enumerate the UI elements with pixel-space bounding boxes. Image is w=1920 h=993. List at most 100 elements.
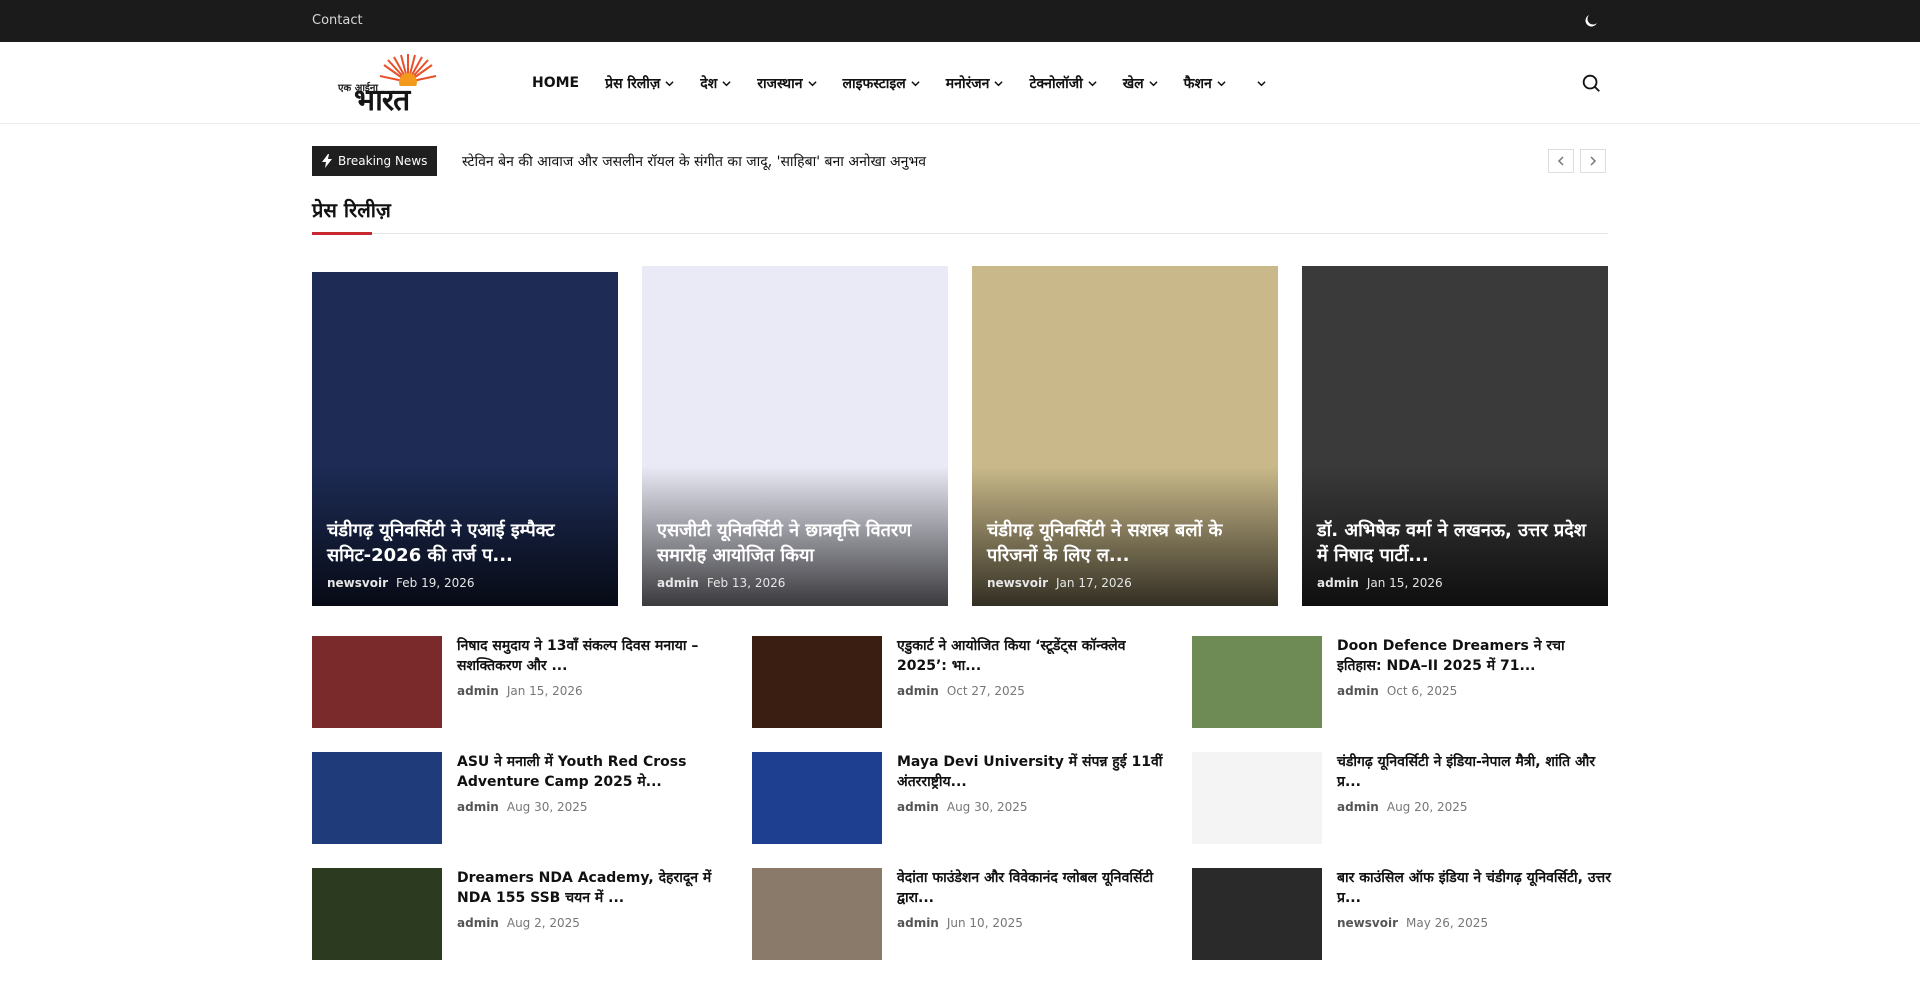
list-item-author[interactable]: admin (1337, 684, 1379, 698)
list-item-meta: admin Aug 30, 2025 (897, 800, 1028, 814)
featured-card[interactable]: एसजीटी यूनिवर्सिटी ने छात्रवृत्ति वितरण … (642, 266, 948, 606)
chevron-down-icon (1149, 80, 1158, 86)
list-item-date: Aug 20, 2025 (1386, 800, 1468, 814)
nav-item-9[interactable] (1252, 79, 1266, 88)
featured-card-title[interactable]: डॉ. अभिषेक वर्मा ने लखनऊ, उत्तर प्रदेश म… (1317, 518, 1596, 568)
featured-cards: चंडीगढ़ यूनिवर्सिटी ने एआई इम्पैक्ट समिट… (312, 266, 1608, 606)
logo-wordmark: भारत (354, 83, 410, 118)
site-logo[interactable]: एक आईना भारत (338, 52, 454, 118)
nav-item-1[interactable]: प्रेस रिलीज़ (605, 74, 674, 93)
chevron-down-icon (1088, 80, 1097, 86)
list-item-thumbnail[interactable] (312, 752, 442, 844)
card-author[interactable]: newsvoir (327, 576, 388, 590)
section-divider (312, 233, 1608, 234)
list-item-thumbnail[interactable] (752, 636, 882, 728)
list-item-author[interactable]: admin (457, 800, 499, 814)
list-item[interactable]: बार काउंसिल ऑफ इंडिया ने चंडीगढ़ यूनिवर्… (1192, 868, 1612, 960)
list-item-title[interactable]: Dreamers NDA Academy, देहरादून में NDA 1… (457, 868, 732, 908)
list-item[interactable]: Doon Defence Dreamers ने रचा इतिहास: NDA… (1192, 636, 1612, 728)
chevron-down-icon (722, 80, 731, 86)
list-item-author[interactable]: admin (897, 800, 939, 814)
nav-item-label: प्रेस रिलीज़ (605, 75, 661, 92)
nav-item-8[interactable]: फैशन (1184, 74, 1226, 93)
main-content: Breaking News स्टेविन बेन की आवाज और जसल… (312, 124, 1611, 993)
list-item-meta: admin Oct 27, 2025 (897, 684, 1025, 698)
section-title[interactable]: प्रेस रिलीज़ (312, 196, 391, 223)
list-item-title[interactable]: एडुकार्ट ने आयोजित किया ‘स्टूडेंट्स कॉन्… (897, 636, 1172, 676)
card-author[interactable]: admin (1317, 576, 1359, 590)
list-item-date: Jan 15, 2026 (506, 684, 583, 698)
featured-card[interactable]: चंडीगढ़ यूनिवर्सिटी ने सशस्त्र बलों के प… (972, 266, 1278, 606)
main-nav: HOME प्रेस रिलीज़ देश राजस्थान लाइफस्टाइल मनो… (532, 42, 1292, 124)
list-item-title[interactable]: बार काउंसिल ऑफ इंडिया ने चंडीगढ़ यूनिवर्… (1337, 868, 1612, 908)
list-item-author[interactable]: admin (457, 916, 499, 930)
featured-card-title[interactable]: एसजीटी यूनिवर्सिटी ने छात्रवृत्ति वितरण … (657, 518, 936, 568)
chevron-right-icon (1590, 156, 1597, 166)
list-item-meta: admin Oct 6, 2025 (1337, 684, 1457, 698)
list-item[interactable]: Maya Devi University में संपन्न हुई 11वी… (752, 752, 1172, 844)
nav-item-5[interactable]: मनोरंजन (946, 74, 1004, 93)
list-item-author[interactable]: newsvoir (1337, 916, 1398, 930)
card-author[interactable]: newsvoir (987, 576, 1048, 590)
featured-card-meta: newsvoir Feb 19, 2026 (327, 576, 475, 590)
list-item-thumbnail[interactable] (1192, 752, 1322, 844)
breaking-news-label: Breaking News (338, 154, 428, 168)
list-item-title[interactable]: वेदांता फाउंडेशन और विवेकानंद ग्लोबल यून… (897, 868, 1172, 908)
list-item-thumbnail[interactable] (752, 752, 882, 844)
featured-card-meta: newsvoir Jan 17, 2026 (987, 576, 1132, 590)
list-item-title[interactable]: चंडीगढ़ यूनिवर्सिटी ने इंडिया-नेपाल मैत्… (1337, 752, 1612, 792)
list-item[interactable]: एडुकार्ट ने आयोजित किया ‘स्टूडेंट्स कॉन्… (752, 636, 1172, 728)
featured-card-title[interactable]: चंडीगढ़ यूनिवर्सिटी ने सशस्त्र बलों के प… (987, 518, 1266, 568)
breaking-news-badge: Breaking News (312, 146, 438, 176)
contact-link[interactable]: Contact (312, 13, 363, 28)
moon-icon[interactable] (1582, 12, 1600, 30)
nav-item-6[interactable]: टेक्नोलॉजी (1029, 74, 1097, 93)
list-item-thumbnail[interactable] (752, 868, 882, 960)
featured-card[interactable]: डॉ. अभिषेक वर्मा ने लखनऊ, उत्तर प्रदेश म… (1302, 266, 1608, 606)
list-item-title[interactable]: ASU ने मनाली में Youth Red Cross Adventu… (457, 752, 732, 792)
breaking-prev-button[interactable] (1548, 149, 1574, 173)
featured-card[interactable]: चंडीगढ़ यूनिवर्सिटी ने एआई इम्पैक्ट समिट… (312, 272, 618, 606)
top-bar: Contact (0, 0, 1920, 42)
list-item[interactable]: चंडीगढ़ यूनिवर्सिटी ने इंडिया-नेपाल मैत्… (1192, 752, 1612, 844)
list-item-author[interactable]: admin (457, 684, 499, 698)
nav-item-3[interactable]: राजस्थान (757, 74, 817, 93)
list-item[interactable]: वेदांता फाउंडेशन और विवेकानंद ग्लोबल यून… (752, 868, 1172, 960)
list-item-meta: admin Aug 20, 2025 (1337, 800, 1468, 814)
nav-item-2[interactable]: देश (700, 74, 731, 93)
nav-item-label: लाइफस्टाइल (842, 75, 906, 92)
nav-item-7[interactable]: खेल (1123, 74, 1158, 93)
breaking-news-headline[interactable]: स्टेविन बेन की आवाज और जसलीन रॉयल के संग… (462, 152, 926, 171)
list-item-thumbnail[interactable] (312, 636, 442, 728)
list-item-meta: admin Aug 2, 2025 (457, 916, 580, 930)
chevron-left-icon (1557, 156, 1564, 166)
chevron-down-icon (994, 80, 1004, 86)
list-item-title[interactable]: Doon Defence Dreamers ने रचा इतिहास: NDA… (1337, 636, 1612, 676)
list-item-thumbnail[interactable] (1192, 868, 1322, 960)
search-icon[interactable] (1580, 72, 1602, 94)
list-item[interactable]: Dreamers NDA Academy, देहरादून में NDA 1… (312, 868, 732, 960)
list-item-author[interactable]: admin (897, 684, 939, 698)
list-item-thumbnail[interactable] (1192, 636, 1322, 728)
chevron-down-icon (1257, 80, 1266, 86)
list-item-title[interactable]: Maya Devi University में संपन्न हुई 11वी… (897, 752, 1172, 792)
featured-card-meta: admin Jan 15, 2026 (1317, 576, 1443, 590)
list-item[interactable]: ASU ने मनाली में Youth Red Cross Adventu… (312, 752, 732, 844)
nav-item-label: टेक्नोलॉजी (1029, 75, 1083, 92)
nav-item-0[interactable]: HOME (532, 75, 579, 91)
site-header: एक आईना भारत HOME प्रेस रिलीज़ देश राजस्थान… (0, 42, 1920, 124)
list-item-thumbnail[interactable] (312, 868, 442, 960)
featured-card-title[interactable]: चंडीगढ़ यूनिवर्सिटी ने एआई इम्पैक्ट समिट… (327, 518, 606, 568)
card-author[interactable]: admin (657, 576, 699, 590)
list-item[interactable]: निषाद समुदाय ने 13वाँ संकल्प दिवस मनाया … (312, 636, 732, 728)
nav-item-4[interactable]: लाइफस्टाइल (843, 74, 920, 93)
list-item-title[interactable]: निषाद समुदाय ने 13वाँ संकल्प दिवस मनाया … (457, 636, 732, 676)
list-item-date: Oct 27, 2025 (946, 684, 1025, 698)
list-item-author[interactable]: admin (1337, 800, 1379, 814)
card-date: Jan 17, 2026 (1056, 576, 1132, 590)
card-date: Feb 19, 2026 (396, 576, 475, 590)
list-item-date: Aug 30, 2025 (946, 800, 1028, 814)
breaking-next-button[interactable] (1580, 149, 1606, 173)
list-item-author[interactable]: admin (897, 916, 939, 930)
nav-item-label: फैशन (1183, 75, 1212, 92)
